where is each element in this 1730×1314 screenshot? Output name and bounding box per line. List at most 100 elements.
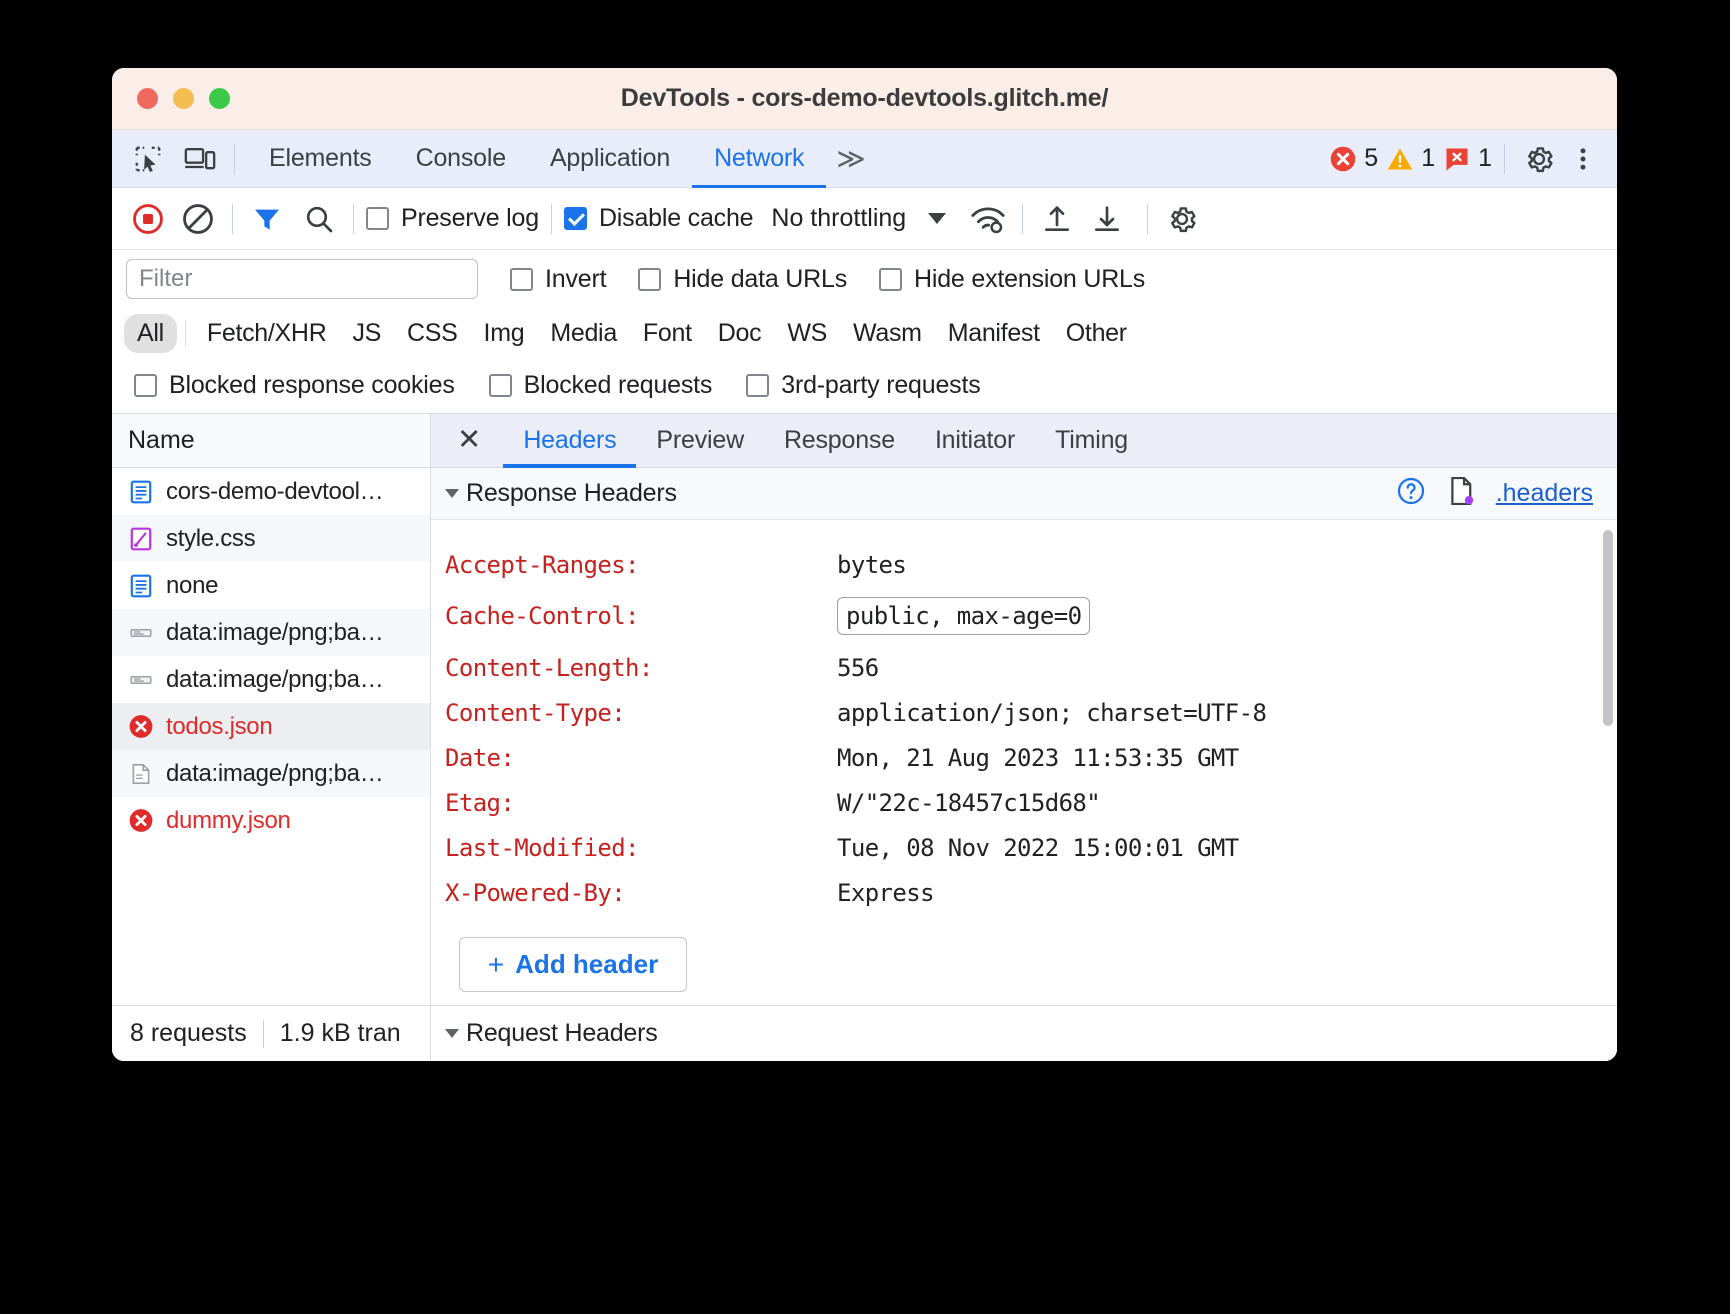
header-value[interactable]: Mon, 21 Aug 2023 11:53:35 GMT (837, 744, 1239, 772)
disable-cache-checkbox[interactable]: Disable cache (564, 204, 753, 233)
filter-input[interactable]: Filter (126, 259, 478, 299)
third-party-requests-box[interactable] (746, 374, 769, 397)
image-doc-icon (128, 761, 154, 787)
issue-counter[interactable]: 1 (1443, 144, 1492, 173)
tab-response[interactable]: Response (764, 414, 915, 468)
third-party-requests-checkbox[interactable]: 3rd-party requests (746, 371, 980, 400)
tab-timing[interactable]: Timing (1035, 414, 1148, 468)
headers-file-link[interactable]: .headers (1496, 479, 1593, 508)
device-toolbar-icon[interactable] (178, 137, 222, 181)
table-row[interactable]: data:image/png;ba… (112, 609, 430, 656)
table-row[interactable]: data:image/png;ba… (112, 750, 430, 797)
request-name: none (166, 572, 218, 600)
gear-icon[interactable] (1517, 137, 1561, 181)
preserve-log-box[interactable] (366, 207, 389, 230)
record-stop-icon[interactable] (126, 197, 170, 241)
column-header-name[interactable]: Name (112, 414, 430, 468)
blocked-response-cookies-box[interactable] (134, 374, 157, 397)
error-icon (1329, 145, 1357, 173)
add-header-button[interactable]: + Add header (459, 937, 687, 992)
hide-extension-urls-checkbox[interactable]: Hide extension URLs (879, 265, 1145, 294)
tab-network[interactable]: Network (692, 130, 826, 188)
help-circle-icon[interactable] (1396, 476, 1426, 511)
type-filter-manifest[interactable]: Manifest (935, 314, 1053, 353)
warning-counter[interactable]: 1 (1386, 144, 1435, 173)
header-value[interactable]: bytes (837, 551, 906, 579)
chevron-down-icon[interactable] (445, 489, 459, 498)
filter-row: Filter Invert Hide data URLs Hide extens… (112, 250, 1617, 308)
response-headers-table: Accept-Ranges: bytes Cache-Control: publ… (431, 520, 1617, 1005)
clear-icon[interactable] (176, 197, 220, 241)
blocked-response-cookies-checkbox[interactable]: Blocked response cookies (134, 371, 455, 400)
tab-preview[interactable]: Preview (636, 414, 764, 468)
table-row[interactable]: dummy.json (112, 797, 430, 844)
header-row: Last-Modified: Tue, 08 Nov 2022 15:00:01… (445, 825, 1617, 870)
type-filter-media[interactable]: Media (537, 314, 630, 353)
header-value[interactable]: W/"22c-18457c15d68" (837, 789, 1100, 817)
scrollbar[interactable] (1603, 530, 1613, 726)
type-filter-other[interactable]: Other (1053, 314, 1140, 353)
filter-funnel-icon[interactable] (245, 197, 289, 241)
tab-headers[interactable]: Headers (503, 414, 636, 468)
type-filter-doc[interactable]: Doc (705, 314, 775, 353)
blocked-response-cookies-label: Blocked response cookies (169, 371, 455, 400)
window-title: DevTools - cors-demo-devtools.glitch.me/ (112, 84, 1617, 113)
toolbar-divider (1147, 204, 1148, 234)
invert-checkbox[interactable]: Invert (510, 265, 606, 294)
tab-initiator[interactable]: Initiator (915, 414, 1035, 468)
header-value-editable[interactable]: public, max-age=0 (837, 597, 1090, 635)
upload-har-icon[interactable] (1035, 197, 1079, 241)
table-row[interactable]: cors-demo-devtool… (112, 468, 430, 515)
wifi-settings-icon[interactable] (966, 197, 1010, 241)
toolbar-divider (232, 204, 233, 234)
gear-icon[interactable] (1160, 197, 1204, 241)
hide-data-urls-label: Hide data URLs (673, 265, 847, 294)
type-filter-fetchxhr[interactable]: Fetch/XHR (194, 314, 340, 353)
preserve-log-checkbox[interactable]: Preserve log (366, 204, 539, 233)
type-divider (185, 320, 186, 346)
type-filter-all[interactable]: All (124, 314, 177, 353)
request-count: 8 requests (130, 1019, 247, 1048)
hide-extension-urls-box[interactable] (879, 268, 902, 291)
add-header-label: Add header (515, 949, 658, 980)
tab-application[interactable]: Application (528, 130, 692, 188)
header-value[interactable]: application/json; charset=UTF-8 (837, 699, 1266, 727)
response-headers-section-header[interactable]: Response Headers (431, 468, 1617, 520)
header-value[interactable]: 556 (837, 654, 879, 682)
table-row[interactable]: style.css (112, 515, 430, 562)
invert-box[interactable] (510, 268, 533, 291)
chevron-down-icon[interactable] (445, 1029, 459, 1038)
close-icon[interactable]: ✕ (457, 426, 481, 455)
type-filter-css[interactable]: CSS (394, 314, 471, 353)
throttling-dropdown[interactable]: No throttling (771, 204, 946, 233)
table-row[interactable]: data:image/png;ba… (112, 656, 430, 703)
kebab-menu-icon[interactable] (1561, 137, 1605, 181)
type-filter-js[interactable]: JS (339, 314, 394, 353)
disable-cache-box[interactable] (564, 207, 587, 230)
request-headers-section-header[interactable]: Request Headers (431, 1005, 1617, 1061)
table-row[interactable]: none (112, 562, 430, 609)
network-toolbar: Preserve log Disable cache No throttling (112, 188, 1617, 250)
search-icon[interactable] (297, 197, 341, 241)
hide-data-urls-checkbox[interactable]: Hide data URLs (638, 265, 847, 294)
blocked-requests-checkbox[interactable]: Blocked requests (489, 371, 713, 400)
table-row[interactable]: todos.json (112, 703, 430, 750)
header-value[interactable]: Tue, 08 Nov 2022 15:00:01 GMT (837, 834, 1239, 862)
blocked-requests-box[interactable] (489, 374, 512, 397)
type-filter-font[interactable]: Font (630, 314, 705, 353)
disable-cache-label: Disable cache (599, 204, 753, 233)
type-filter-img[interactable]: Img (471, 314, 538, 353)
type-filter-ws[interactable]: WS (774, 314, 840, 353)
error-counter[interactable]: 5 (1329, 144, 1378, 173)
image-data-icon (128, 620, 154, 646)
request-name: data:image/png;ba… (166, 619, 383, 647)
inspect-element-icon[interactable] (126, 137, 170, 181)
type-filter-wasm[interactable]: Wasm (840, 314, 935, 353)
download-har-icon[interactable] (1085, 197, 1129, 241)
header-value[interactable]: Express (837, 879, 934, 907)
hide-data-urls-box[interactable] (638, 268, 661, 291)
more-tabs-icon[interactable]: ≫ (826, 130, 875, 188)
headers-file-icon[interactable] (1446, 475, 1476, 512)
tab-elements[interactable]: Elements (247, 130, 394, 188)
tab-console[interactable]: Console (394, 130, 528, 188)
